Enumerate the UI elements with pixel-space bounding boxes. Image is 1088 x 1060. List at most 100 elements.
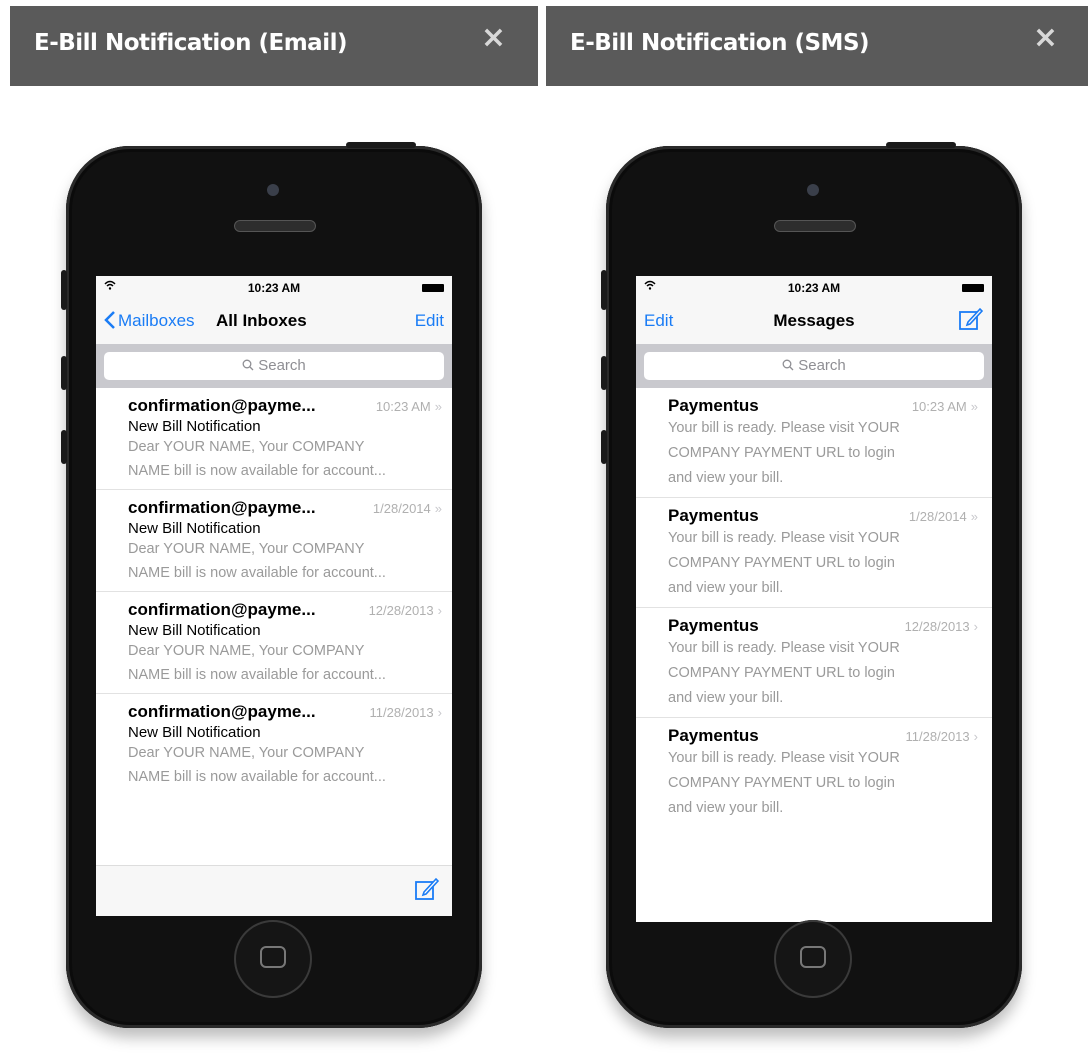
disclosure-icon: » [970,509,978,524]
compose-icon[interactable] [958,306,984,337]
message-date: 10:23 AM [375,399,431,414]
battery-icon [422,284,444,292]
message-sender: confirmation@payme... [128,600,316,619]
list-item[interactable]: confirmation@payme... 10:23 AM» New Bill… [96,388,452,490]
message-preview: and view your bill. [668,470,784,486]
volume-up-button [61,356,67,390]
message-preview: NAME bill is now available for account..… [128,667,386,683]
message-date: 1/28/2014 [372,501,431,516]
message-preview: COMPANY PAYMENT URL to login [668,445,895,461]
message-preview: and view your bill. [668,800,784,816]
message-preview: COMPANY PAYMENT URL to login [668,665,895,681]
volume-down-button [601,430,607,464]
message-sender: Paymentus [668,616,759,635]
message-preview: Your bill is ready. Please visit YOUR [668,750,900,766]
conversation-list: Paymentus 10:23 AM» Your bill is ready. … [636,388,992,827]
disclosure-icon: » [434,501,442,516]
nav-title: All Inboxes [216,311,307,330]
message-date: 1/28/2014 [908,509,967,524]
list-item[interactable]: confirmation@payme... 1/28/2014» New Bil… [96,490,452,592]
disclosure-icon: » [434,399,442,414]
disclosure-icon: › [437,603,442,618]
email-notification-panel: E-Bill Notification (Email) × 10:23 AM M… [0,0,538,1060]
panel-header: E-Bill Notification (SMS) × [546,6,1088,86]
message-subject: New Bill Notification [128,724,261,741]
compose-icon[interactable] [414,876,440,907]
volume-up-button [601,356,607,390]
status-time: 10:23 AM [247,281,301,295]
list-item[interactable]: confirmation@payme... 11/28/2013 › New Bi… [96,694,452,795]
status-time: 10:23 AM [787,281,841,295]
disclosure-icon: › [437,705,442,720]
close-icon[interactable]: × [1033,20,1058,55]
status-bar: 10:23 AM [636,276,992,300]
message-preview: Your bill is ready. Please visit YOUR [668,530,900,546]
back-button[interactable]: Mailboxes [104,311,195,331]
message-sender: confirmation@payme... [128,702,316,721]
home-button[interactable] [234,920,312,998]
search-icon [782,359,794,371]
nav-bar: Mailboxes All Inboxes Edit [96,300,452,344]
power-button [886,142,956,148]
chevron-left-icon [104,311,115,329]
list-item[interactable]: Paymentus 11/28/2013 › Your bill is ready… [636,718,992,827]
messages-screen: 10:23 AM Edit Messages Search Paymentus [636,276,992,922]
disclosure-icon: » [970,399,978,414]
panel-title: E-Bill Notification (Email) [34,30,347,56]
volume-down-button [61,430,67,464]
status-bar: 10:23 AM [96,276,452,300]
search-bar: Search [96,344,452,388]
disclosure-icon: › [973,729,978,744]
search-input[interactable]: Search [104,352,444,380]
mail-screen: 10:23 AM Mailboxes All Inboxes Edit Sear… [96,276,452,916]
message-preview: Dear YOUR NAME, Your COMPANY [128,745,365,761]
message-date: 11/28/2013 [905,729,970,744]
message-sender: confirmation@payme... [128,396,316,415]
mute-switch [61,270,67,310]
message-preview: Dear YOUR NAME, Your COMPANY [128,643,365,659]
search-input[interactable]: Search [644,352,984,380]
home-button[interactable] [774,920,852,998]
message-sender: confirmation@payme... [128,498,316,517]
panel-title: E-Bill Notification (SMS) [570,30,870,56]
list-item[interactable]: Paymentus 1/28/2014» Your bill is ready.… [636,498,992,608]
message-sender: Paymentus [668,506,759,525]
list-item[interactable]: confirmation@payme... 12/28/2013 › New Bi… [96,592,452,694]
phone-mockup: 10:23 AM Mailboxes All Inboxes Edit Sear… [61,142,482,1028]
message-preview: and view your bill. [668,690,784,706]
search-icon [242,359,254,371]
home-button-icon [800,946,826,968]
message-date: 11/28/2013 [369,705,434,720]
close-icon[interactable]: × [481,20,506,55]
message-date: 12/28/2013 [368,603,434,618]
phone-mockup: 10:23 AM Edit Messages Search Paymentus [601,142,1022,1028]
mute-switch [601,270,607,310]
disclosure-icon: › [973,619,978,634]
message-sender: Paymentus [668,396,759,415]
list-item[interactable]: Paymentus 10:23 AM» Your bill is ready. … [636,388,992,498]
message-preview: Your bill is ready. Please visit YOUR [668,420,900,436]
list-item[interactable]: Paymentus 12/28/2013 › Your bill is ready… [636,608,992,718]
nav-title: Messages [773,311,855,330]
camera-icon [807,184,819,196]
search-bar: Search [636,344,992,388]
message-preview: COMPANY PAYMENT URL to login [668,775,895,791]
search-placeholder: Search [798,357,846,374]
camera-icon [267,184,279,196]
message-preview: NAME bill is now available for account..… [128,565,386,581]
message-subject: New Bill Notification [128,520,261,537]
nav-bar: Edit Messages [636,300,992,344]
message-sender: Paymentus [668,726,759,745]
message-preview: NAME bill is now available for account..… [128,769,386,785]
message-preview: Your bill is ready. Please visit YOUR [668,640,900,656]
back-label: Mailboxes [118,311,195,330]
message-date: 10:23 AM [911,399,967,414]
search-placeholder: Search [258,357,306,374]
edit-button[interactable]: Edit [415,311,444,331]
message-subject: New Bill Notification [128,418,261,435]
message-preview: Dear YOUR NAME, Your COMPANY [128,541,365,557]
message-date: 12/28/2013 [904,619,970,634]
bottom-toolbar [96,865,452,916]
message-preview: COMPANY PAYMENT URL to login [668,555,895,571]
speaker-grille [234,220,316,232]
